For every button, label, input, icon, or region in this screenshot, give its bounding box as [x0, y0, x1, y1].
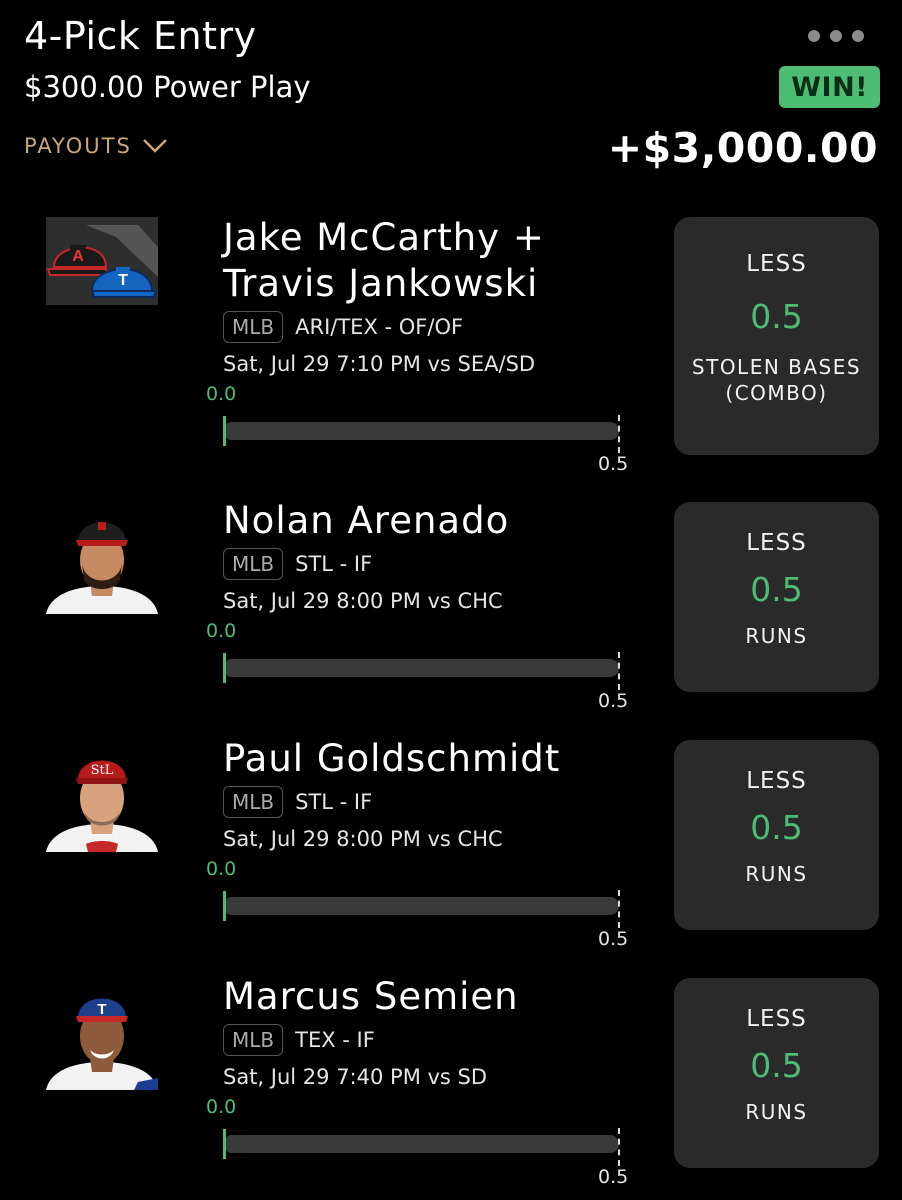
- league-badge: MLB: [223, 311, 284, 343]
- player-headshot-icon: StL: [46, 748, 158, 852]
- payouts-toggle[interactable]: PAYOUTS: [24, 134, 168, 158]
- league-badge: MLB: [223, 548, 284, 580]
- game-time: Sat, Jul 29 7:10 PM vs SEA/SD: [223, 352, 536, 376]
- pick-line: 0.5: [750, 570, 803, 609]
- game-time: Sat, Jul 29 7:40 PM vs SD: [223, 1065, 488, 1089]
- pick-line: 0.5: [750, 297, 803, 336]
- progress-actual: 0.0: [206, 1096, 237, 1118]
- team-position: TEX - IF: [295, 1028, 375, 1052]
- stat-type: RUNS: [745, 1100, 808, 1124]
- player-info: MLB TEX - IF: [223, 1024, 375, 1056]
- svg-text:T: T: [97, 1001, 106, 1018]
- pick-card[interactable]: T Marcus Semien MLB TEX - IF Sat, Jul 29…: [0, 966, 902, 1196]
- player-name: Jake McCarthy + Travis Jankowski: [223, 216, 545, 305]
- player-headshot-icon: T: [46, 986, 158, 1090]
- svg-text:T: T: [118, 272, 128, 289]
- progress-marker: [223, 416, 226, 446]
- status-badge: WIN!: [779, 66, 880, 108]
- progress-target: 0.5: [598, 928, 629, 950]
- pick-line: 0.5: [750, 1046, 803, 1085]
- player-info: MLB STL - IF: [223, 548, 372, 580]
- entry-title: 4-Pick Entry: [24, 14, 257, 58]
- pick-direction: LESS: [746, 251, 807, 277]
- player-name: Paul Goldschmidt: [223, 737, 561, 780]
- progress-target: 0.5: [598, 690, 629, 712]
- stat-type: STOLEN BASES (COMBO): [691, 355, 862, 405]
- svg-text:StL: StL: [91, 763, 114, 778]
- team-position: ARI/TEX - OF/OF: [295, 315, 464, 339]
- progress-bar: [223, 659, 619, 677]
- target-marker: [618, 652, 620, 690]
- pick-card[interactable]: Nolan Arenado MLB STL - IF Sat, Jul 29 8…: [0, 490, 902, 720]
- target-marker: [618, 890, 620, 928]
- league-badge: MLB: [223, 1024, 284, 1056]
- progress-actual: 0.0: [206, 858, 237, 880]
- league-badge: MLB: [223, 786, 284, 818]
- pick-direction: LESS: [746, 530, 807, 556]
- game-time: Sat, Jul 29 8:00 PM vs CHC: [223, 827, 503, 851]
- entry-subtitle: $300.00 Power Play: [24, 70, 311, 104]
- team-position: STL - IF: [295, 552, 373, 576]
- chevron-down-icon: [142, 139, 167, 153]
- pick-card[interactable]: StL Paul Goldschmidt MLB STL - IF Sat, J…: [0, 728, 902, 958]
- pick-stat-card[interactable]: LESS 0.5 RUNS: [674, 740, 879, 930]
- progress-bar: [223, 1135, 619, 1153]
- progress-marker: [223, 653, 226, 683]
- progress-bar: [223, 897, 619, 915]
- more-options-icon[interactable]: [808, 30, 864, 42]
- progress-bar: [223, 422, 619, 440]
- team-position: STL - IF: [295, 790, 373, 814]
- stat-type: RUNS: [745, 624, 808, 648]
- progress-actual: 0.0: [206, 383, 237, 405]
- pick-stat-card[interactable]: LESS 0.5 RUNS: [674, 502, 879, 692]
- pick-direction: LESS: [746, 768, 807, 794]
- player-name: Marcus Semien: [223, 975, 519, 1018]
- progress-marker: [223, 891, 226, 921]
- target-marker: [618, 1128, 620, 1166]
- progress-target: 0.5: [598, 453, 629, 475]
- pick-stat-card[interactable]: LESS 0.5 RUNS: [674, 978, 879, 1168]
- pick-line: 0.5: [750, 808, 803, 847]
- target-marker: [618, 415, 620, 453]
- pick-direction: LESS: [746, 1006, 807, 1032]
- player-name: Nolan Arenado: [223, 499, 510, 542]
- stat-type: RUNS: [745, 862, 808, 886]
- team-caps-icon: A T: [46, 217, 158, 305]
- game-time: Sat, Jul 29 8:00 PM vs CHC: [223, 589, 503, 613]
- pick-card[interactable]: A T Jake McCarthy + Travis Jankowski MLB…: [0, 205, 902, 475]
- payouts-label: PAYOUTS: [24, 134, 132, 158]
- player-info: MLB ARI/TEX - OF/OF: [223, 311, 463, 343]
- svg-text:A: A: [72, 248, 84, 265]
- player-info: MLB STL - IF: [223, 786, 372, 818]
- progress-actual: 0.0: [206, 620, 237, 642]
- pick-stat-card[interactable]: LESS 0.5 STOLEN BASES (COMBO): [674, 217, 879, 455]
- payout-amount: +$3,000.00: [607, 124, 878, 172]
- player-headshot-icon: [46, 510, 158, 614]
- progress-target: 0.5: [598, 1166, 629, 1188]
- progress-marker: [223, 1129, 226, 1159]
